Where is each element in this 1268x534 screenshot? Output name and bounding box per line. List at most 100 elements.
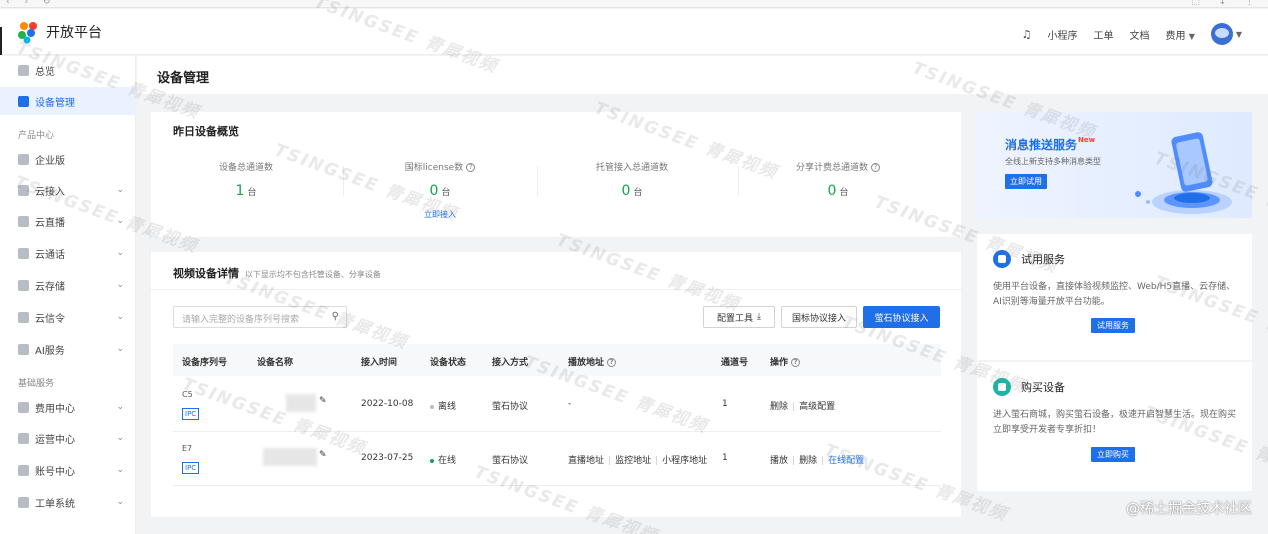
sidebar-item-ai[interactable]: AI服务 ⌄ [0,335,136,363]
message-icon [18,311,29,323]
help-icon[interactable]: ? [791,358,801,367]
help-icon[interactable]: ? [607,358,617,367]
device-name-redacted [286,394,316,412]
access-method: 萤石协议 [492,456,529,466]
chevron-down-icon: ⌄ [116,185,124,195]
stat-total-channels: 设备总通道数 1台 [151,160,341,199]
delete-button[interactable]: 删除 [799,456,817,466]
status-dot [430,404,434,409]
sidebar-item-cloud-call[interactable]: 云通话 ⌄ [0,239,136,267]
devices-subtitle: 以下显示均不包含托管设备、分享设备 [244,270,381,279]
chevron-down-icon: ⌄ [116,497,124,507]
stat-hosted-channels: 托管接入总通道数 0台 [537,160,727,199]
monitor-address-link[interactable]: 监控地址 [615,456,651,466]
nav-miniprogram[interactable]: 小程序 [1048,27,1078,42]
table-row: E7 IPC ✎ 2023-07-25 在线 萤石协议 直播地址 | 监控地址 | 小程… [173,432,941,486]
phone-illustration-icon [1135,132,1232,214]
user-menu[interactable]: ▼ [1210,23,1242,45]
sidebar-item-overview[interactable]: 总览 [0,56,136,84]
page-title: 设备管理 [157,71,210,86]
sidebar-item-label: 工单系统 [35,498,75,510]
device-search-input[interactable]: 请输入完整的设备序列号搜索 ⚲ [173,306,347,328]
access-method: 萤石协议 [492,402,529,412]
stat-number: 0 [621,183,631,199]
col-name: 设备名称 [257,358,294,368]
trial-service-button[interactable]: 试用服务 [1091,318,1135,333]
sidebar-item-cloud-access[interactable]: 云接入 ⌄ [0,176,136,204]
sidebar-item-operations[interactable]: 运营中心 ⌄ [0,424,136,452]
devices-card: 视频设备详情 以下显示均不包含托管设备、分享设备 请输入完整的设备序列号搜索 ⚲… [151,252,961,517]
stat-unit: 台 [441,188,451,198]
col-status: 设备状态 [430,358,467,368]
connect-now-link[interactable]: 立即接入 [345,209,535,220]
row-ops: 删除 | 高级配置 [770,399,835,412]
brand[interactable]: 开放平台 [16,20,102,44]
access-time: 2022-10-08 [361,399,414,409]
edit-icon[interactable]: ✎ [319,450,327,460]
edit-icon[interactable]: ✎ [319,396,327,406]
browser-nav-icons[interactable]: ‹ › ↻ [6,0,56,7]
top-nav: ♫ 小程序 工单 文档 费用 ▼ ▼ [1022,23,1242,45]
trial-service-icon [993,250,1011,268]
sidebar-item-cloud-storage[interactable]: 云存储 ⌄ [0,271,136,299]
shopping-bag-icon [993,378,1011,396]
chevron-down-icon: ▼ [1235,29,1242,39]
stat-value: 1台 [151,183,341,199]
sidebar-item-cloud-live[interactable]: 云直播 ⌄ [0,207,136,235]
nav-docs[interactable]: 文档 [1130,27,1150,42]
delete-button[interactable]: 删除 [770,402,788,412]
sidebar-item-device-management[interactable]: 设备管理 [0,87,136,115]
promo-banner[interactable]: 消息推送服务New 全线上新支持多种消息类型 立即试用 [977,112,1252,218]
storage-icon [18,279,29,291]
sidebar-item-label: 总览 [35,66,55,78]
play-button[interactable]: 播放 [770,456,788,466]
nav-workorder[interactable]: 工单 [1094,27,1114,42]
config-tool-button[interactable]: 配置工具 ⤓ [703,306,775,328]
stat-number: 0 [429,183,439,199]
ai-icon [18,343,29,355]
sidebar: 总览 设备管理 产品中心 企业版 云接入 ⌄ 云直播 ⌄ 云通话 ⌄ 云存储 ⌄ 云信令… [0,56,136,534]
status-dot [430,458,434,463]
advanced-config-button[interactable]: 高级配置 [799,402,835,412]
col-play-label: 播放地址 [568,358,605,368]
stat-unit: 台 [247,188,257,198]
sidebar-section-basic: 基础服务 [18,379,55,389]
live-address-link[interactable]: 直播地址 [568,456,604,466]
promo-try-button[interactable]: 立即试用 [1005,174,1047,189]
buy-device-desc: 进入萤石商城，购买萤石设备，极速开启智慧生活。现在购买立即享受开发者专享折扣！ [993,410,1237,435]
chevron-down-icon: ▼ [1188,31,1195,41]
sidebar-item-cloud-signal[interactable]: 云信令 ⌄ [0,303,136,331]
separator: | [655,456,659,466]
chevron-down-icon: ⌄ [116,248,124,258]
help-icon[interactable]: ? [466,163,476,172]
buy-now-button[interactable]: 立即购买 [1091,447,1135,462]
separator: | [792,402,796,412]
stat-label: 托管接入总通道数 [595,163,668,173]
corner-watermark: @稀土掘金技术社区 [1126,501,1252,517]
sidebar-item-workorder[interactable]: 工单系统 ⌄ [0,488,136,516]
overview-card: 昨日设备概览 设备总通道数 1台 国标license数? 0台 立即接入 托管接… [151,112,961,237]
miniprogram-address-link[interactable]: 小程序地址 [662,456,707,466]
bell-icon[interactable]: ♫ [1022,28,1032,41]
browser-window-icons[interactable]: ⬚ ↧ ⋮ [1191,0,1262,7]
stat-value: 0台 [743,183,933,199]
sidebar-item-account[interactable]: 账号中心 ⌄ [0,456,136,484]
buy-device-card: 购买设备 进入萤石商城，购买萤石设备，极速开启智慧生活。现在购买立即享受开发者专… [977,362,1252,491]
sidebar-item-enterprise[interactable]: 企业版 [0,145,136,173]
phone-icon [18,247,29,259]
gb-access-button[interactable]: 国标协议接入 [781,306,857,328]
ticket-icon [18,496,29,508]
trial-service-title: 试用服务 [1021,253,1065,266]
sidebar-item-billing[interactable]: 费用中心 ⌄ [0,393,136,421]
nav-billing[interactable]: 费用 ▼ [1166,27,1195,42]
online-config-button[interactable]: 在线配置 [828,456,864,466]
chevron-down-icon: ⌄ [116,216,124,226]
devices-title-text: 视频设备详情 [173,267,239,280]
search-placeholder: 请输入完整的设备序列号搜索 [182,315,300,325]
sidebar-item-label: AI服务 [35,345,65,357]
help-icon[interactable]: ? [871,163,880,172]
col-serial: 设备序列号 [182,358,228,368]
chart-icon [18,432,29,444]
search-icon[interactable]: ⚲ [332,311,339,322]
ez-access-button[interactable]: 萤石协议接入 [863,306,940,328]
